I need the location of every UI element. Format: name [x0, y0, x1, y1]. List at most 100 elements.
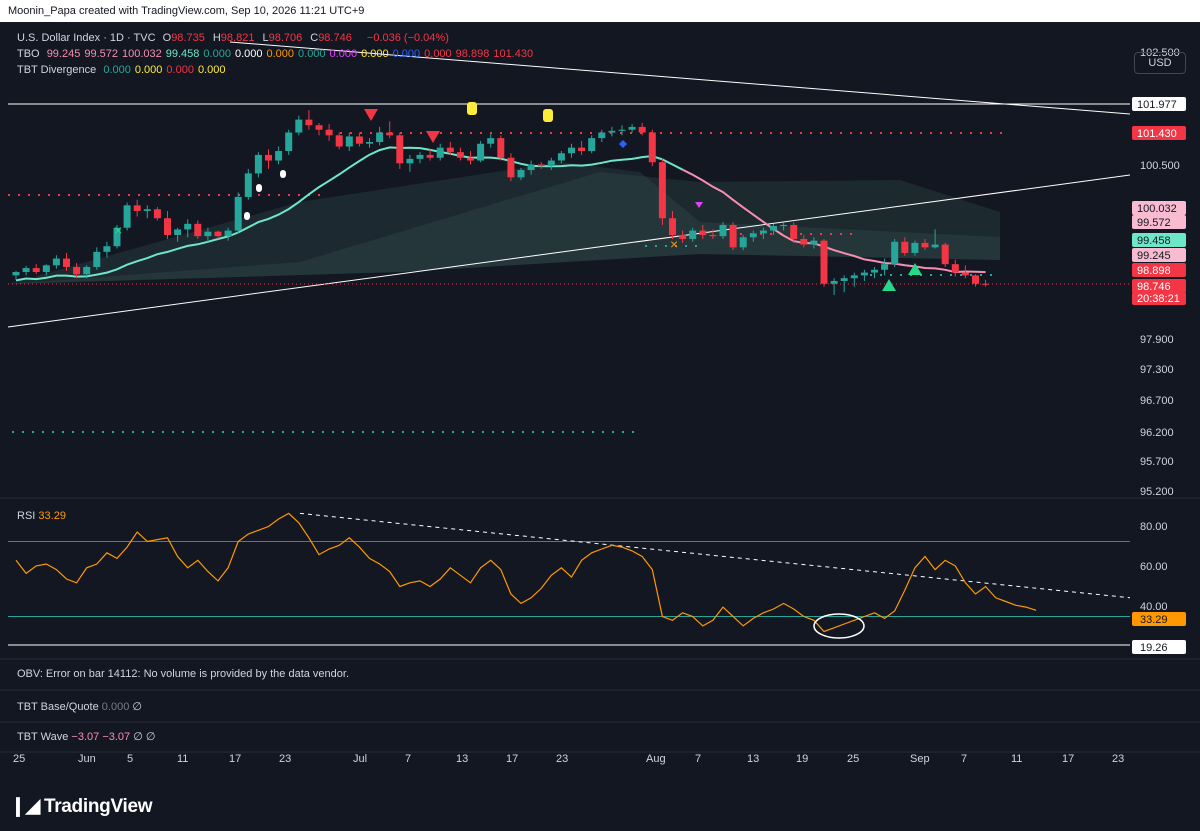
candle — [729, 224, 737, 248]
rsi-label: 19.26 — [1140, 642, 1168, 654]
candle — [143, 209, 151, 211]
tbo-name: TBO — [17, 48, 40, 60]
candle — [214, 231, 222, 237]
candle — [73, 266, 81, 275]
candle — [820, 240, 828, 284]
candle — [881, 264, 889, 270]
flag-signal-icon — [467, 102, 477, 115]
candle — [537, 164, 545, 167]
price-axis-tick: 97.900 — [1140, 334, 1174, 346]
candle — [588, 138, 596, 152]
candle — [123, 205, 131, 228]
candle — [770, 226, 777, 231]
candle — [850, 275, 858, 279]
currency-button[interactable]: USD — [1134, 52, 1186, 74]
x-signal-icon: × — [670, 236, 678, 252]
candle — [315, 125, 323, 130]
divergence-value-1: 0.000 — [134, 64, 163, 76]
rsi-legend[interactable]: RSI 33.29 — [17, 510, 66, 522]
candle — [840, 278, 848, 281]
base-quote-legend[interactable]: TBT Base/Quote 0.000 ∅ — [17, 700, 142, 713]
price-axis-tick: 95.700 — [1140, 456, 1174, 468]
candle — [951, 264, 959, 273]
time-axis-tick: 19 — [796, 753, 808, 765]
tbo-value-2: 100.032 — [122, 48, 162, 60]
sell-signal-icon — [426, 131, 440, 143]
candle — [699, 230, 707, 236]
divergence-value-2: 0.000 — [166, 64, 194, 76]
price-axis-tick: 100.500 — [1140, 160, 1180, 172]
x-signal-icon: × — [114, 222, 122, 238]
candle — [244, 173, 252, 197]
price-axis-tick: 95.200 — [1140, 486, 1174, 498]
candle — [83, 266, 91, 275]
time-axis-tick: 7 — [961, 753, 967, 765]
candle — [638, 126, 646, 133]
candle — [194, 223, 202, 237]
price-label: 100.032 — [1137, 203, 1177, 215]
candle — [133, 205, 141, 211]
small-signal-icon — [280, 170, 286, 178]
candle — [719, 224, 727, 237]
candle — [972, 275, 979, 284]
wave-legend[interactable]: TBT Wave −3.07 −3.07 ∅ ∅ — [17, 730, 155, 743]
buy-signal-icon — [908, 263, 922, 275]
candle — [32, 268, 40, 273]
candle — [355, 136, 363, 144]
chart-svg[interactable]: ××102.500101.000100.50097.90097.30096.70… — [0, 22, 1200, 775]
price-label: 99.572 — [1137, 217, 1171, 229]
tbo-values: 99.245 99.572 100.032 99.458 0.000 0.000 0.000… — [47, 48, 537, 60]
tbo-value-6: 0.000 — [266, 48, 295, 60]
tbo-value-5: 0.000 — [234, 48, 263, 60]
candle — [759, 230, 767, 234]
symbol-label[interactable]: U.S. Dollar Index · 1D · TVC — [17, 32, 156, 44]
small-signal-icon — [244, 212, 250, 220]
time-axis-tick: 23 — [556, 753, 568, 765]
time-axis-tick: 25 — [847, 753, 859, 765]
candle — [386, 132, 394, 136]
tbo-legend[interactable]: TBO 99.245 99.572 100.032 99.458 0.000 0.000 0… — [17, 48, 541, 60]
candle — [224, 230, 232, 237]
divergence-legend[interactable]: TBT Divergence 0.000 0.000 0.000 0.000 — [17, 64, 233, 76]
candle — [739, 237, 747, 248]
candle — [578, 147, 586, 152]
diamond-signal-icon — [619, 140, 627, 148]
candle — [901, 241, 909, 253]
candle — [679, 235, 687, 239]
candle — [184, 223, 192, 230]
candle — [436, 147, 444, 158]
candle — [93, 251, 101, 267]
chart-area[interactable]: ××102.500101.000100.50097.90097.30096.70… — [0, 22, 1200, 775]
price-change: −0.036 (−0.04%) — [366, 32, 449, 44]
tradingview-logo[interactable]: ❙◢ TradingView — [10, 795, 153, 818]
time-axis-tick: Jul — [353, 753, 367, 765]
candle — [961, 272, 969, 276]
ohlc-h: H98.821 — [212, 32, 255, 44]
time-axis-tick: 25 — [13, 753, 25, 765]
ohlc-o: O98.735 — [162, 32, 205, 44]
divergence-value-0: 0.000 — [103, 64, 131, 76]
time-axis-tick: 11 — [177, 753, 188, 765]
price-label: 99.245 — [1137, 250, 1171, 262]
candle — [103, 246, 111, 252]
candle — [921, 242, 929, 248]
rsi-trendline — [299, 512, 1131, 599]
candle — [628, 126, 636, 130]
candle — [487, 138, 495, 144]
time-axis-tick: 23 — [1112, 753, 1124, 765]
time-axis-tick: 13 — [456, 753, 468, 765]
time-axis-tick: Sep — [910, 753, 930, 765]
candle — [648, 132, 656, 163]
candle — [295, 119, 303, 133]
time-axis-tick: 7 — [695, 753, 701, 765]
countdown-label: 20:38:21 — [1137, 293, 1180, 305]
chart-attribution: Moonin_Papa created with TradingView.com… — [0, 0, 1200, 22]
divergence-value-3: 0.000 — [197, 64, 226, 76]
divergence-name: TBT Divergence — [17, 64, 97, 76]
tradingview-logo-icon: ❙◢ — [10, 796, 40, 817]
candle — [860, 272, 868, 276]
obv-legend[interactable]: OBV: Error on bar 14112: No volume is pr… — [17, 668, 349, 680]
candle — [52, 258, 60, 266]
rsi-axis-tick: 80.00 — [1140, 521, 1168, 533]
time-axis-tick: Aug — [646, 753, 666, 765]
